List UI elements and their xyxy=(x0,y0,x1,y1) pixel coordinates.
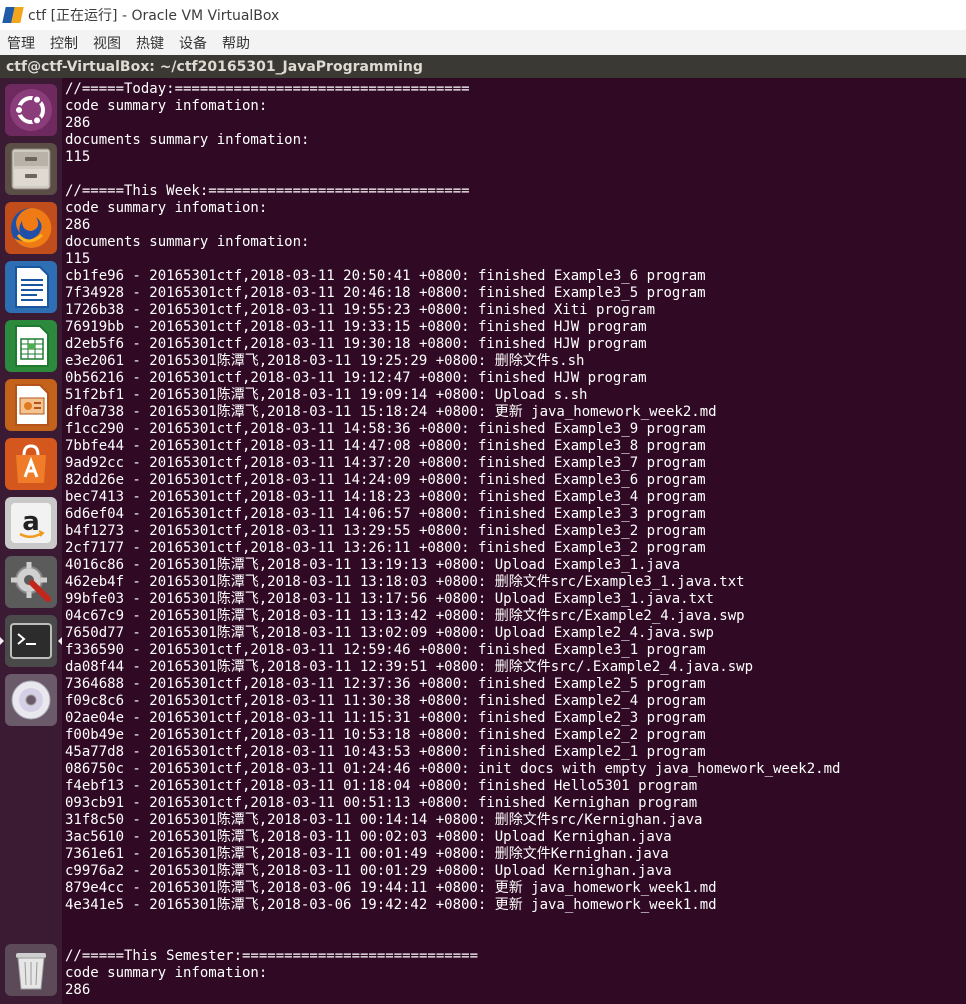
terminal-line: 115 xyxy=(65,149,91,165)
trash-icon[interactable] xyxy=(5,944,57,996)
amazon-icon[interactable]: a xyxy=(5,497,57,549)
terminal-line: 4e341e5 - 20165301陈潭飞,2018-03-06 19:42:4… xyxy=(65,897,717,913)
terminal-line: 0b56216 - 20165301ctf,2018-03-11 19:12:4… xyxy=(65,370,647,386)
libreoffice-calc-icon[interactable] xyxy=(5,320,57,372)
terminal-line: 286 xyxy=(65,115,91,131)
unity-launcher: a xyxy=(0,78,62,1004)
terminal-line: code summary infomation: xyxy=(65,200,268,216)
terminal-line: 879e4cc - 20165301陈潭飞,2018-03-06 19:44:1… xyxy=(65,880,717,896)
libreoffice-impress-icon[interactable] xyxy=(5,379,57,431)
terminal-line: documents summary infomation: xyxy=(65,132,310,148)
terminal-line: 7bbfe44 - 20165301ctf,2018-03-11 14:47:0… xyxy=(65,438,706,454)
terminal-line: //=====Today:===========================… xyxy=(65,81,470,97)
terminal-line: c9976a2 - 20165301陈潭飞,2018-03-11 00:01:2… xyxy=(65,863,672,879)
menu-manage[interactable]: 管理 xyxy=(7,33,35,53)
terminal-line: da08f44 - 20165301陈潭飞,2018-03-11 12:39:5… xyxy=(65,659,754,675)
terminal-line: //=====This Semester:===================… xyxy=(65,948,479,964)
terminal-line: 99bfe03 - 20165301陈潭飞,2018-03-11 13:17:5… xyxy=(65,591,714,607)
virtualbox-icon xyxy=(2,4,24,26)
terminal-line: 45a77d8 - 20165301ctf,2018-03-11 10:43:5… xyxy=(65,744,706,760)
software-center-icon[interactable] xyxy=(5,438,57,490)
ubuntu-dash-icon[interactable] xyxy=(5,84,57,136)
terminal-line: 7f34928 - 20165301ctf,2018-03-11 20:46:1… xyxy=(65,285,706,301)
terminal-line: 115 xyxy=(65,251,91,267)
terminal-line: 04c67c9 - 20165301陈潭飞,2018-03-11 13:13:4… xyxy=(65,608,745,624)
menu-view[interactable]: 视图 xyxy=(93,33,121,53)
terminal-output[interactable]: //=====Today:===========================… xyxy=(62,78,966,1004)
terminal-title: ctf@ctf-VirtualBox: ~/ctf20165301_JavaPr… xyxy=(6,58,423,75)
terminal-line: f09c8c6 - 20165301ctf,2018-03-11 11:30:3… xyxy=(65,693,706,709)
terminal-line: d2eb5f6 - 20165301ctf,2018-03-11 19:30:1… xyxy=(65,336,647,352)
terminal-line: 286 xyxy=(65,982,91,998)
terminal-titlebar: ctf@ctf-VirtualBox: ~/ctf20165301_JavaPr… xyxy=(0,55,966,78)
terminal-line: documents summary infomation: xyxy=(65,234,310,250)
svg-text:a: a xyxy=(22,507,40,537)
menu-devices[interactable]: 设备 xyxy=(179,33,207,53)
terminal-line: 7361e61 - 20165301陈潭飞,2018-03-11 00:01:4… xyxy=(65,846,669,862)
terminal-line: 286 xyxy=(65,217,91,233)
menubar: 管理 控制 视图 热键 设备 帮助 xyxy=(0,30,966,55)
terminal-line: 3ac5610 - 20165301陈潭飞,2018-03-11 00:02:0… xyxy=(65,829,672,845)
terminal-line: 4016c86 - 20165301陈潭飞,2018-03-11 13:19:1… xyxy=(65,557,681,573)
terminal-line: 02ae04e - 20165301ctf,2018-03-11 11:15:3… xyxy=(65,710,706,726)
files-icon[interactable] xyxy=(5,143,57,195)
terminal-line: 6d6ef04 - 20165301ctf,2018-03-11 14:06:5… xyxy=(65,506,706,522)
terminal-line: 462eb4f - 20165301陈潭飞,2018-03-11 13:18:0… xyxy=(65,574,745,590)
menu-help[interactable]: 帮助 xyxy=(222,33,250,53)
terminal-line: 76919bb - 20165301ctf,2018-03-11 19:33:1… xyxy=(65,319,647,335)
menu-control[interactable]: 控制 xyxy=(50,33,78,53)
terminal-line: 9ad92cc - 20165301ctf,2018-03-11 14:37:2… xyxy=(65,455,706,471)
terminal-line: f1cc290 - 20165301ctf,2018-03-11 14:58:3… xyxy=(65,421,706,437)
window-title: ctf [正在运行] - Oracle VM VirtualBox xyxy=(28,8,280,24)
terminal-icon[interactable] xyxy=(0,615,62,667)
menu-hotkeys[interactable]: 热键 xyxy=(136,33,164,53)
window-titlebar: ctf [正在运行] - Oracle VM VirtualBox xyxy=(0,0,966,30)
terminal-line: 7364688 - 20165301ctf,2018-03-11 12:37:3… xyxy=(65,676,706,692)
terminal-line: 31f8c50 - 20165301陈潭飞,2018-03-11 00:14:1… xyxy=(65,812,703,828)
terminal-line: 1726b38 - 20165301ctf,2018-03-11 19:55:2… xyxy=(65,302,656,318)
terminal-line: 086750c - 20165301ctf,2018-03-11 01:24:4… xyxy=(65,761,841,777)
libreoffice-writer-icon[interactable] xyxy=(5,261,57,313)
terminal-line: 82dd26e - 20165301ctf,2018-03-11 14:24:0… xyxy=(65,472,706,488)
dvd-icon[interactable] xyxy=(5,674,57,726)
terminal-line: 2cf7177 - 20165301ctf,2018-03-11 13:26:1… xyxy=(65,540,706,556)
terminal-line: df0a738 - 20165301陈潭飞,2018-03-11 15:18:2… xyxy=(65,404,717,420)
system-settings-icon[interactable] xyxy=(5,556,57,608)
terminal-line: //=====This Week:=======================… xyxy=(65,183,470,199)
terminal-line: f336590 - 20165301ctf,2018-03-11 12:59:4… xyxy=(65,642,706,658)
firefox-icon[interactable] xyxy=(5,202,57,254)
terminal-line: code summary infomation: xyxy=(65,965,268,981)
terminal-line: 093cb91 - 20165301ctf,2018-03-11 00:51:1… xyxy=(65,795,698,811)
terminal-line: f00b49e - 20165301ctf,2018-03-11 10:53:1… xyxy=(65,727,706,743)
terminal-line: 7650d77 - 20165301陈潭飞,2018-03-11 13:02:0… xyxy=(65,625,714,641)
terminal-line: f4ebf13 - 20165301ctf,2018-03-11 01:18:0… xyxy=(65,778,698,794)
terminal-line: e3e2061 - 20165301陈潭飞,2018-03-11 19:25:2… xyxy=(65,353,585,369)
terminal-line: code summary infomation: xyxy=(65,98,268,114)
terminal-line: cb1fe96 - 20165301ctf,2018-03-11 20:50:4… xyxy=(65,268,706,284)
terminal-line: b4f1273 - 20165301ctf,2018-03-11 13:29:5… xyxy=(65,523,706,539)
terminal-line: bec7413 - 20165301ctf,2018-03-11 14:18:2… xyxy=(65,489,706,505)
terminal-line: 51f2bf1 - 20165301陈潭飞,2018-03-11 19:09:1… xyxy=(65,387,588,403)
